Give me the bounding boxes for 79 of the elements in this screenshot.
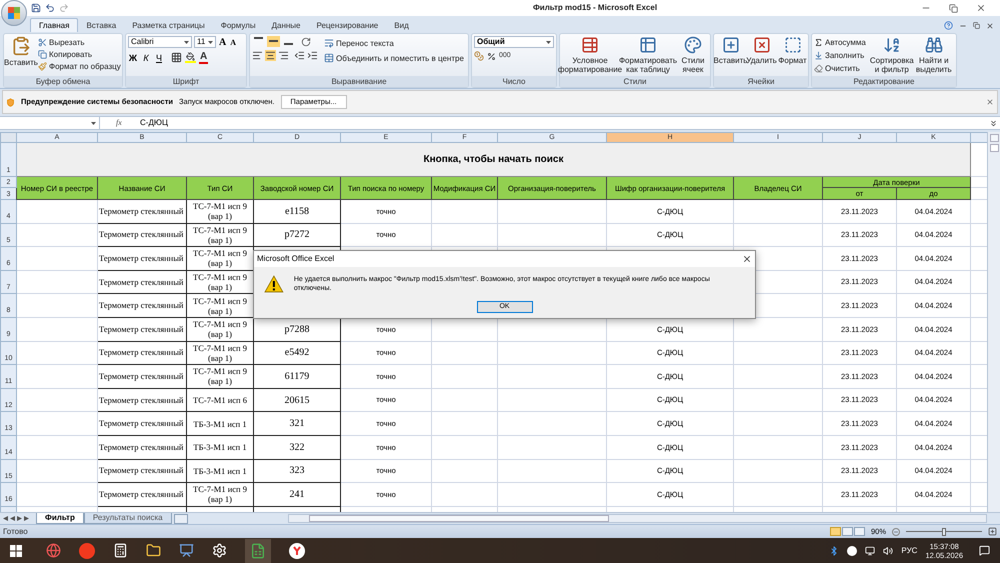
table-cell: Термометр стеклянный: [98, 317, 186, 342]
table-cell: ТС-7-М1 исп 9 (вар 1): [186, 317, 254, 342]
font-color-button[interactable]: A: [199, 51, 208, 64]
number-format-field[interactable]: Общий: [474, 36, 554, 48]
ribbon-tab[interactable]: Вставка: [78, 18, 124, 32]
table-cell: Термометр стеклянный: [98, 200, 186, 224]
table-cell: ТС-7-М1 исп 6: [186, 388, 254, 412]
table-cell: 20615: [254, 388, 340, 412]
table-cell: Термометр стеклянный: [98, 482, 186, 506]
sheet-title: Кнопка, чтобы начать поиск: [16, 142, 970, 176]
ribbon-tab[interactable]: Главная: [30, 18, 78, 32]
window-title: Фильтр mod15 - Microsoft Excel: [532, 2, 658, 14]
ribbon-button[interactable]: Копировать: [38, 48, 121, 60]
ribbon-tab[interactable]: Рецензирование: [308, 18, 386, 32]
language-indicator[interactable]: РУС: [901, 544, 918, 556]
font-size-field[interactable]: 11: [194, 36, 216, 48]
group-label: Выравнивание: [330, 76, 388, 87]
table-cell: Термометр стеклянный: [98, 364, 186, 388]
table-cell: ТБ-3-М1 исп 1: [186, 435, 254, 460]
group-label: Ячейки: [746, 76, 776, 87]
ribbon-button[interactable]: Вставить: [716, 36, 745, 65]
dialog-title: Microsoft Office Excel: [257, 253, 334, 265]
formula-field[interactable]: С-ДЮЦ: [140, 117, 989, 129]
table-cell: Термометр стеклянный: [98, 412, 186, 436]
table-cell: Термометр стеклянный: [98, 459, 186, 483]
table-cell: ТБ-3-М1 исп 1: [186, 412, 254, 436]
ribbon-tab[interactable]: Формулы: [212, 18, 264, 32]
table-cell: ТС-7-М1 исп 9 (вар 1): [186, 223, 254, 247]
table-cell: Термометр стеклянный: [98, 223, 186, 247]
table-cell: ТБ-3-М1 исп 1: [186, 459, 254, 483]
ribbon-button[interactable]: Стили ячеек: [678, 36, 708, 74]
ribbon-button[interactable]: Объединить и поместить в центре: [324, 52, 464, 64]
ribbon-button[interactable]: Формат по образцу: [38, 60, 121, 72]
ribbon-tab[interactable]: Данные: [264, 18, 308, 32]
table-cell: 61179: [254, 364, 340, 388]
table-cell: p7272: [254, 223, 340, 247]
ribbon-button[interactable]: Удалить: [747, 36, 776, 65]
ribbon-button[interactable]: Сортировка и фильтр: [870, 36, 914, 74]
ribbon-tab[interactable]: Вид: [386, 18, 417, 32]
table-cell: 241: [254, 482, 340, 506]
group-label: Стили: [622, 76, 648, 87]
table-cell: 321: [254, 412, 340, 436]
table-cell: Термометр стеклянный: [98, 341, 186, 365]
table-cell: 322: [254, 435, 340, 460]
sheet-tab[interactable]: Фильтр: [36, 513, 84, 524]
ribbon-tab[interactable]: Разметка страницы: [124, 18, 213, 32]
group-label: Число: [501, 76, 526, 87]
table-cell: 323: [254, 459, 340, 483]
table-cell: ТС-7-М1 исп 9 (вар 1): [186, 341, 254, 365]
ribbon-button[interactable]: Формат: [778, 36, 807, 65]
sheet-tab[interactable]: Результаты поиска: [84, 513, 172, 524]
ribbon-button[interactable]: Перенос текста: [324, 37, 464, 49]
table-cell: Термометр стеклянный: [98, 294, 186, 318]
grow-font-button[interactable]: A: [218, 36, 228, 48]
ribbon-button[interactable]: Очистить: [814, 62, 866, 74]
group-label: Редактирование: [852, 76, 916, 87]
group-label: Шрифт: [172, 76, 200, 87]
table-cell: Термометр стеклянный: [98, 388, 186, 412]
ribbon-button[interactable]: Найти и выделить: [916, 36, 952, 74]
table-cell: Термометр стеклянный: [98, 435, 186, 460]
function-button[interactable]: fx: [116, 117, 136, 129]
table-cell: ТС-7-М1 исп 9 (вар 1): [186, 482, 254, 506]
table-cell: e5492: [254, 341, 340, 365]
ribbon-button[interactable]: Вставить: [6, 36, 36, 67]
font-style-button[interactable]: Ч: [154, 52, 164, 64]
table-cell: Термометр стеклянный: [98, 270, 186, 294]
font-name-field[interactable]: Calibri: [128, 36, 192, 48]
status-text: Готово: [3, 526, 28, 538]
table-cell: e1158: [254, 200, 340, 224]
table-cell: Термометр стеклянный: [98, 246, 186, 270]
group-label: Буфер обмена: [34, 76, 92, 87]
font-style-button[interactable]: К: [141, 52, 151, 64]
ribbon-button[interactable]: Автосумма: [814, 36, 866, 48]
ribbon-button[interactable]: Заполнить: [814, 49, 866, 61]
font-style-button[interactable]: Ж: [128, 52, 138, 64]
shrink-font-button[interactable]: A: [229, 36, 238, 48]
table-cell: ТС-7-М1 исп 9 (вар 1): [186, 364, 254, 388]
table-cell: ТС-7-М1 исп 9 (вар 1): [186, 200, 254, 224]
ribbon-button[interactable]: Вырезать: [38, 36, 121, 48]
